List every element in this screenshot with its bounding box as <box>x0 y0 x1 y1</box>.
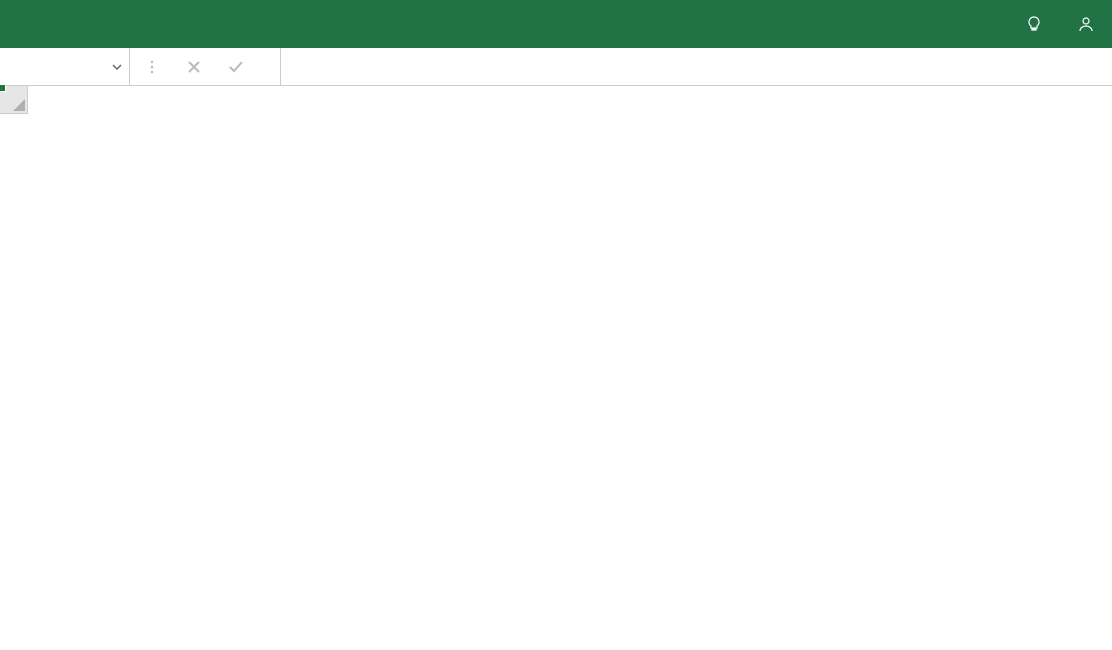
dots-icon[interactable] <box>142 57 162 77</box>
formula-buttons <box>130 48 281 85</box>
lightbulb-icon <box>1026 16 1042 32</box>
tell-me[interactable] <box>1010 16 1066 32</box>
name-box-container <box>0 48 130 85</box>
check-icon[interactable] <box>226 57 246 77</box>
cancel-icon[interactable] <box>184 57 204 77</box>
select-all-corner[interactable] <box>0 86 28 114</box>
share-button[interactable] <box>1066 16 1112 32</box>
ribbon <box>0 0 1112 48</box>
formula-input[interactable] <box>281 48 1112 85</box>
person-icon <box>1078 16 1094 32</box>
spreadsheet-grid[interactable] <box>0 86 1112 650</box>
formula-bar <box>0 48 1112 86</box>
chevron-down-icon[interactable] <box>109 59 125 75</box>
